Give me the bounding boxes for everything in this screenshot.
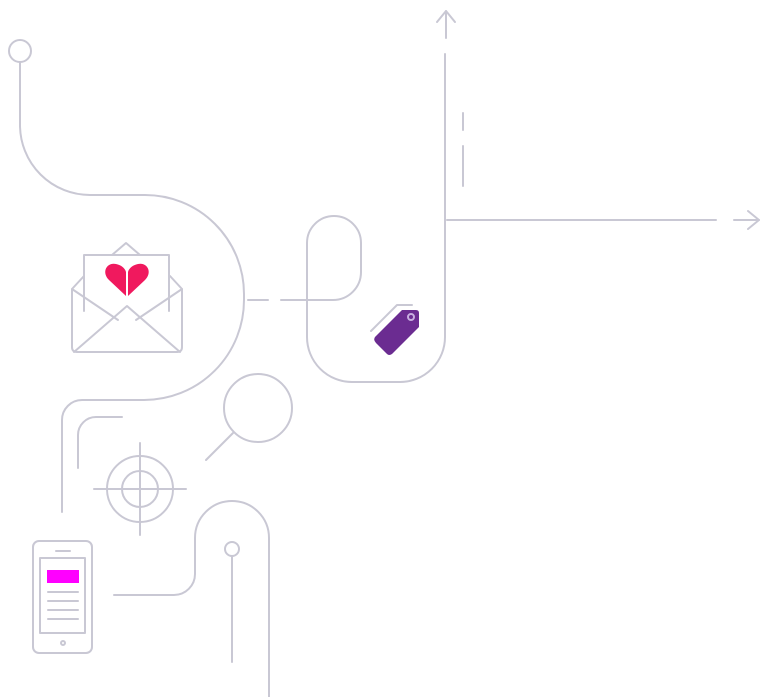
line-art-illustration: [8, 10, 760, 697]
price-tag-icon: [370, 304, 419, 355]
arrow-right-icon: [446, 210, 760, 230]
magnifier-icon: [205, 373, 293, 461]
phone-screen-highlight: [47, 570, 79, 583]
arrow-up-icon: [436, 10, 456, 39]
heart-icon: [105, 263, 149, 296]
envelope-icon: [71, 242, 183, 353]
loop-connector: [247, 53, 446, 383]
smartphone-icon: [32, 540, 93, 654]
target-crosshair-icon: [93, 442, 187, 536]
winding-path: [8, 39, 245, 513]
bottom-connector: [113, 500, 270, 697]
